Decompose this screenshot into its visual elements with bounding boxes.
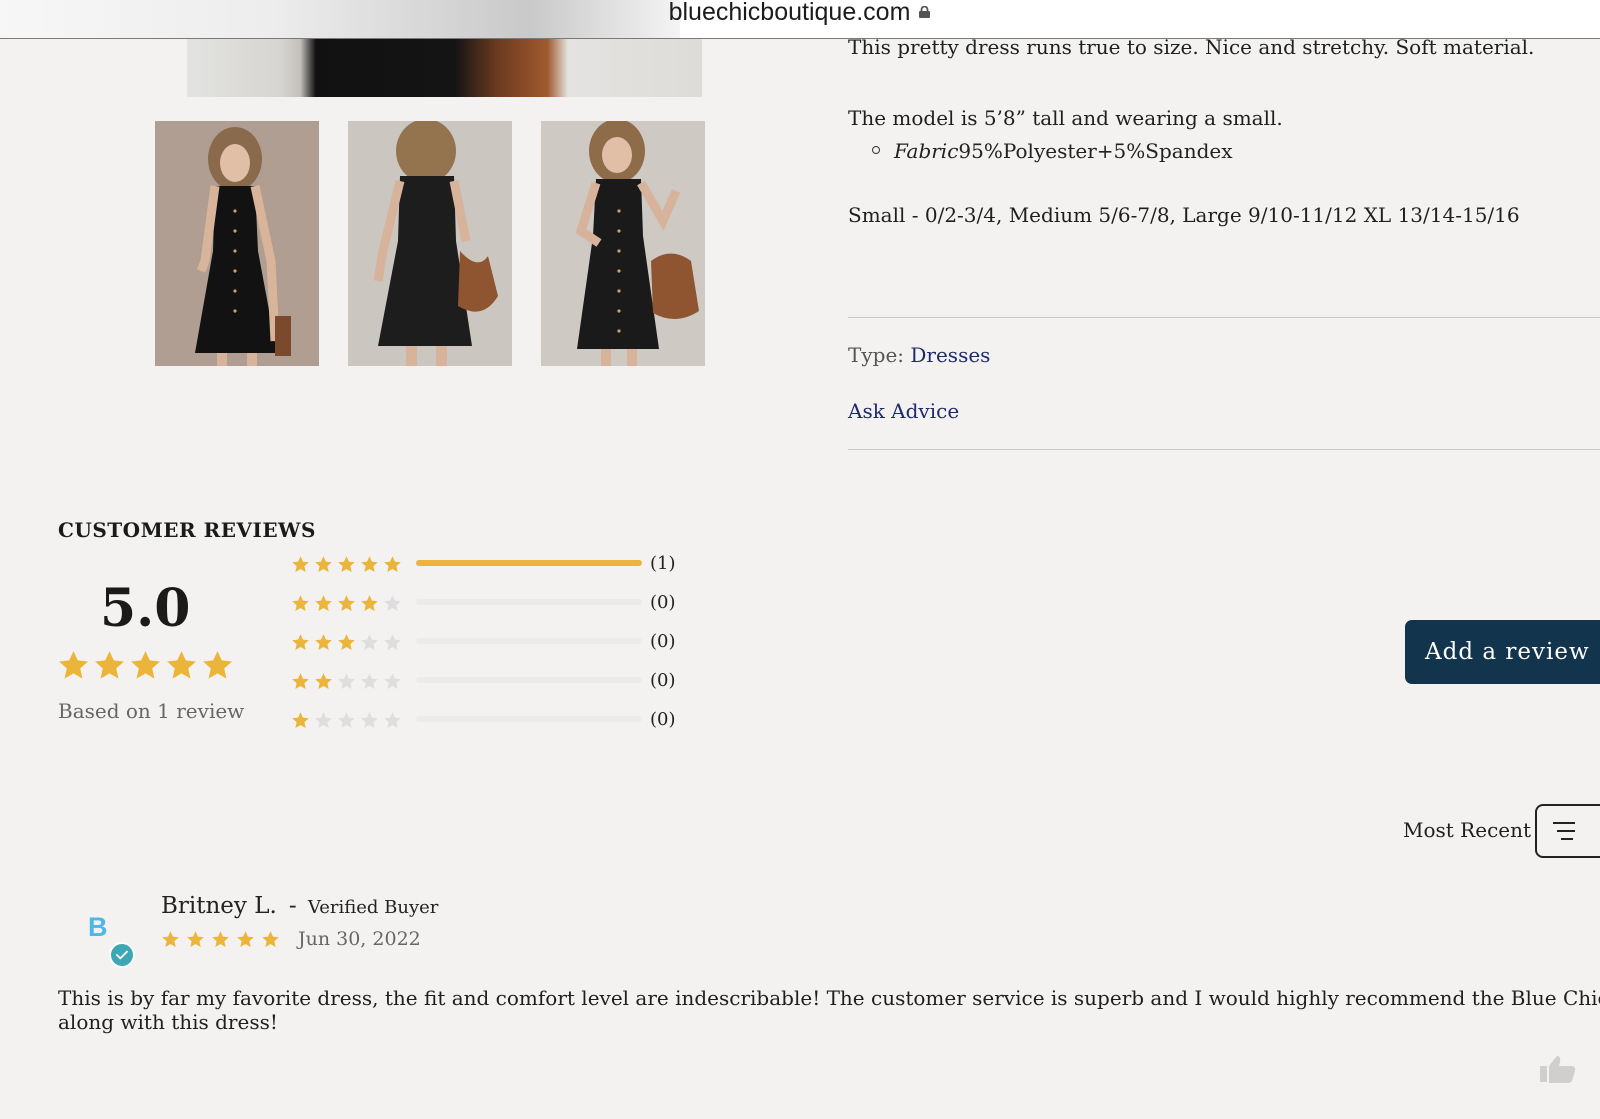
rating-count: (0): [650, 670, 676, 691]
star-icon: [384, 711, 401, 728]
star-icon: [59, 651, 88, 679]
rating-row-1[interactable]: (0): [291, 709, 676, 731]
star-icon: [292, 594, 309, 611]
rating-bar: [416, 677, 642, 683]
star-icon: [338, 555, 355, 572]
rating-row-stars: [291, 555, 411, 574]
star-icon: [162, 931, 179, 948]
star-icon: [167, 651, 196, 679]
main-product-image: [187, 38, 702, 97]
thumbs-up-icon[interactable]: [1538, 1054, 1578, 1084]
star-icon: [95, 651, 124, 679]
fabric-label: Fabric: [894, 139, 959, 163]
star-icon: [361, 633, 378, 650]
size-chart-text: Small - 0/2-3/4, Medium 5/6-7/8, Large 9…: [848, 203, 1520, 227]
avatar: B: [86, 912, 138, 968]
lock-icon: [919, 6, 931, 18]
sort-button[interactable]: [1535, 804, 1600, 858]
rating-count: (1): [650, 553, 676, 574]
type-label: Type:: [848, 343, 905, 367]
star-icon: [131, 651, 160, 679]
rating-row-stars: [291, 672, 411, 691]
star-icon: [315, 633, 332, 650]
review-body: This is by far my favorite dress, the fi…: [58, 986, 1600, 1034]
rating-bar-fill: [416, 560, 642, 566]
verified-badge: Verified Buyer: [307, 897, 439, 918]
separator: -: [288, 893, 297, 919]
rating-count: (0): [650, 631, 676, 652]
rating-bar: [416, 560, 642, 566]
rating-count: (0): [650, 592, 676, 613]
rating-row-stars: [291, 633, 411, 652]
check-icon: [109, 942, 135, 968]
fabric-bullet: Fabric95%Polyester+5%Spandex: [872, 139, 1233, 163]
rating-bar: [416, 716, 642, 722]
star-icon: [315, 594, 332, 611]
type-link-dresses[interactable]: Dresses: [910, 343, 990, 367]
reviewer-name: Britney L.: [161, 893, 277, 919]
star-icon: [384, 633, 401, 650]
average-rating: 5.0: [100, 578, 191, 639]
based-on-count: Based on 1 review: [58, 699, 245, 723]
browser-url-bar[interactable]: bluechicboutique.com: [0, 0, 1600, 39]
star-icon: [212, 931, 229, 948]
rating-bar: [416, 638, 642, 644]
star-icon: [384, 555, 401, 572]
product-thumbnail-3[interactable]: [541, 121, 705, 366]
star-icon: [203, 651, 232, 679]
star-icon: [262, 931, 279, 948]
divider: [848, 449, 1600, 450]
star-icon: [315, 555, 332, 572]
review-date: Jun 30, 2022: [298, 928, 421, 950]
avatar-initial: B: [88, 912, 108, 942]
average-stars: [57, 649, 234, 682]
rating-bar: [416, 599, 642, 605]
rating-row-2[interactable]: (0): [291, 670, 676, 692]
product-thumbnail-2[interactable]: [348, 121, 512, 366]
add-review-button[interactable]: Add a review: [1405, 620, 1600, 684]
ask-advice-link[interactable]: Ask Advice: [848, 399, 959, 423]
reviewer-line: Britney L. - Verified Buyer: [161, 893, 438, 919]
url-display[interactable]: bluechicboutique.com: [0, 0, 1600, 26]
star-icon: [384, 594, 401, 611]
rating-row-stars: [291, 594, 411, 613]
star-icon: [361, 555, 378, 572]
star-icon: [187, 931, 204, 948]
product-type: Type: Dresses: [848, 343, 990, 367]
star-icon: [292, 672, 309, 689]
star-icon: [338, 594, 355, 611]
rating-count: (0): [650, 709, 676, 730]
star-icon: [292, 555, 309, 572]
star-icon: [292, 711, 309, 728]
star-icon: [361, 711, 378, 728]
rating-row-5[interactable]: (1): [291, 553, 676, 575]
url-text: bluechicboutique.com: [668, 0, 911, 26]
star-icon: [292, 633, 309, 650]
star-icon: [315, 672, 332, 689]
rating-row-4[interactable]: (0): [291, 592, 676, 614]
rating-row-stars: [291, 711, 411, 730]
star-icon: [338, 633, 355, 650]
bullet-icon: [872, 146, 880, 154]
star-icon: [338, 672, 355, 689]
sort-label[interactable]: Most Recent: [1403, 818, 1531, 842]
fabric-value: 95%Polyester+5%Spandex: [958, 139, 1233, 163]
review-stars: [161, 930, 280, 949]
rating-row-3[interactable]: (0): [291, 631, 676, 653]
star-icon: [361, 672, 378, 689]
star-icon: [338, 711, 355, 728]
product-thumbnail-1[interactable]: [155, 121, 319, 366]
star-icon: [384, 672, 401, 689]
star-icon: [315, 711, 332, 728]
star-icon: [361, 594, 378, 611]
reviews-heading: CUSTOMER REVIEWS: [58, 518, 316, 542]
star-icon: [237, 931, 254, 948]
divider: [848, 317, 1600, 318]
model-note: The model is 5’8” tall and wearing a sma…: [848, 106, 1283, 130]
